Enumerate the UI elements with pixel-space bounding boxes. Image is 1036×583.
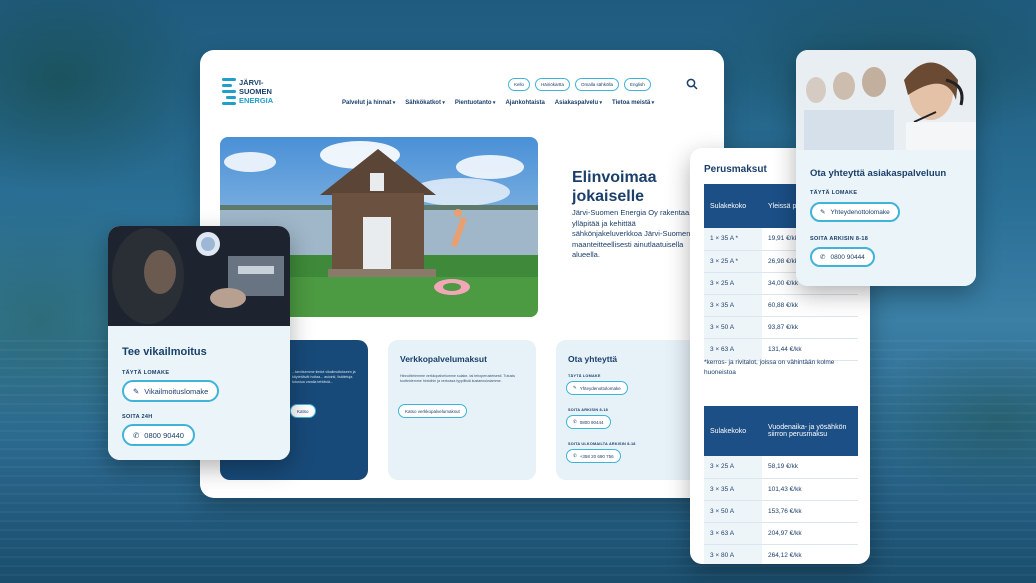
fault-panel-desc: ...tarvitsemme tiedot vikailmoitukseen j… <box>292 370 356 384</box>
network-fees-desc: Hinnoittelemme verkkopalvelumme sulake- … <box>400 374 516 383</box>
table-header: Vuodenaika- ja yösähkön siirron perusmak… <box>762 406 858 456</box>
contact-form-label: TÄYTÄ LOMAKE <box>568 374 601 378</box>
nav-power-outages[interactable]: Sähkökatkot <box>405 100 445 106</box>
brand-logo[interactable]: JÄRVI- SUOMEN ENERGIA <box>222 76 282 112</box>
contact-phone-label: SOITA ARKISIN 8-18 <box>568 408 608 412</box>
contact-panel: Ota yhteyttä TÄYTÄ LOMAKE ✎ Yhteydenottol… <box>556 340 704 480</box>
phone-icon: ✆ <box>820 254 826 261</box>
logo-mark-icon <box>222 76 236 110</box>
phone-icon: ✆ <box>133 430 140 440</box>
nav-customer-service[interactable]: Asiakaspalvelu <box>555 100 602 106</box>
service-form-label: TÄYTÄ LOMAKE <box>810 190 858 196</box>
phone-icon: ✆ <box>573 453 577 458</box>
fault-form-button[interactable]: ✎ Vikailmoituslomake <box>122 380 220 402</box>
hero-title: Elinvoimaa jokaiselle <box>572 169 657 205</box>
table-row: 3 × 25 A 58,19 €/kk <box>704 456 858 479</box>
fault-phone-button[interactable]: ✆ 0800 90440 <box>122 424 195 446</box>
fault-form-label: TÄYTÄ LOMAKE <box>122 370 170 376</box>
table-row: 3 × 35 A 101,43 €/kk <box>704 478 858 501</box>
network-fees-panel: Verkkopalvelumaksut Hinnoittelemme verkk… <box>388 340 536 480</box>
contact-phone-button[interactable]: ✆ 0800 90444 <box>566 415 611 429</box>
phone-icon: ✆ <box>573 419 577 424</box>
service-card-title: Ota yhteyttä asiakaspalveluun <box>810 168 947 179</box>
top-link-own-electricity[interactable]: Omalla sähkölla <box>575 77 620 91</box>
search-icon[interactable] <box>686 78 698 90</box>
nav-small-production[interactable]: Pientuotanto <box>455 100 496 106</box>
table-row: 3 × 50 A 93,87 €/kk <box>704 316 858 339</box>
contact-form-button[interactable]: ✎ Yhteydenottolomake <box>566 381 628 395</box>
contact-panel-title: Ota yhteyttä <box>568 354 618 364</box>
contact-abroad-label: SOITA ULKOMAILTA ARKISIN 8-18 <box>568 442 636 446</box>
fault-phone-label: SOITA 24H <box>122 414 153 420</box>
main-navigation: Palvelut ja hinnat Sähkökatkot Pientuota… <box>342 100 654 106</box>
top-link-clock[interactable]: Kello <box>508 77 531 91</box>
fault-report-card: Tee vikailmoitus TÄYTÄ LOMAKE ✎ Vikailmoi… <box>108 226 290 460</box>
edit-icon: ✎ <box>820 209 826 216</box>
fault-panel-button[interactable]: Katso <box>290 404 316 418</box>
pricing-footnote: *kerros- ja rivitalot, joissa on vähintä… <box>704 359 835 376</box>
table-row: 3 × 80 A 264,12 €/kk <box>704 544 858 564</box>
pricing-title: Perusmaksut <box>704 164 767 175</box>
table-header: Sulakekoko <box>704 184 762 228</box>
service-form-button[interactable]: ✎ Yhteydenottolomake <box>810 202 900 222</box>
edit-icon: ✎ <box>133 386 140 396</box>
table-header: Sulakekoko <box>704 406 762 456</box>
technician-photo <box>108 226 290 326</box>
logo-wordmark: JÄRVI- SUOMEN ENERGIA <box>239 78 274 105</box>
call-center-photo <box>796 50 976 150</box>
nav-services-prices[interactable]: Palvelut ja hinnat <box>342 100 395 106</box>
table-row: 3 × 50 A 153,76 €/kk <box>704 500 858 523</box>
seasonal-fees-table: Sulakekoko Vuodenaika- ja yösähkön siirr… <box>704 406 858 564</box>
edit-icon: ✎ <box>573 385 577 390</box>
top-link-english[interactable]: English <box>624 77 651 91</box>
table-row: 3 × 63 A 131,44 €/kk <box>704 338 858 361</box>
contact-abroad-button[interactable]: ✆ +358 20 690 756 <box>566 449 621 463</box>
nav-news[interactable]: Ajankohtaista <box>505 100 544 106</box>
hero-text: Järvi-Suomen Energia Oy rakentaa, ylläpi… <box>572 208 692 259</box>
service-phone-label: SOITA ARKISIN 8-18 <box>810 236 869 242</box>
fault-card-title: Tee vikailmoitus <box>122 346 207 358</box>
service-phone-button[interactable]: ✆ 0800 90444 <box>810 247 875 267</box>
nav-about-us[interactable]: Tietoa meistä <box>612 100 654 106</box>
customer-service-card: Ota yhteyttä asiakaspalveluun TÄYTÄ LOMA… <box>796 50 976 286</box>
table-row: 3 × 63 A 204,97 €/kk <box>704 522 858 545</box>
top-link-outage-map[interactable]: Häiriökartta <box>535 77 571 91</box>
top-links: Kello Häiriökartta Omalla sähkölla Engli… <box>508 77 651 91</box>
table-row: 3 × 35 A 60,88 €/kk <box>704 294 858 317</box>
network-fees-button[interactable]: Katso verkkopalvelumaksut <box>398 404 467 418</box>
network-fees-title: Verkkopalvelumaksut <box>400 354 487 364</box>
